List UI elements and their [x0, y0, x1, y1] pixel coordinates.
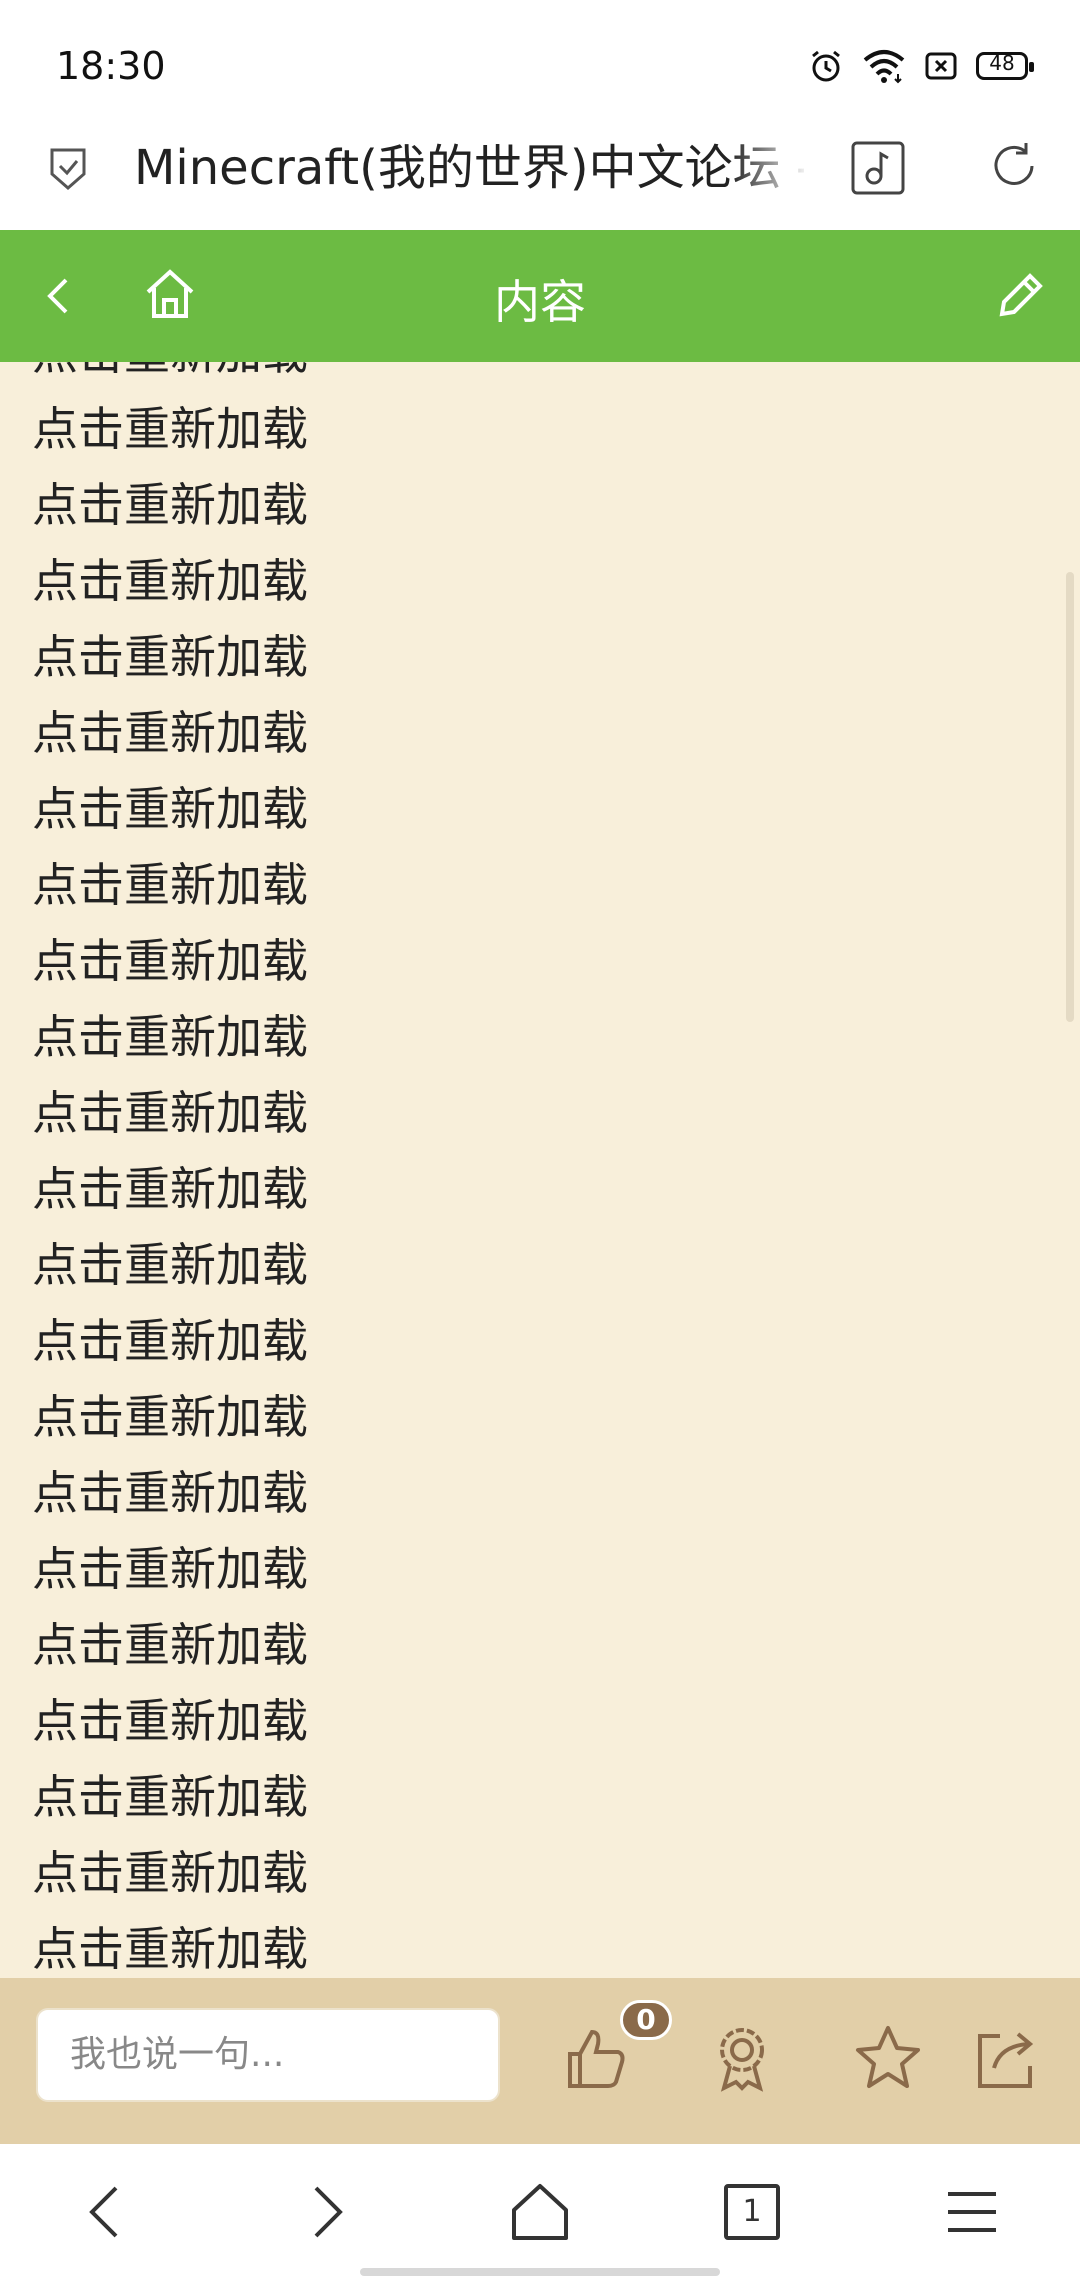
- sim-off-icon: [925, 52, 957, 80]
- nav-home-icon[interactable]: [508, 2180, 572, 2244]
- reload-link[interactable]: 点击重新加载: [32, 923, 308, 999]
- star-icon[interactable]: [852, 2022, 924, 2094]
- reload-link[interactable]: 点击重新加载: [32, 847, 308, 923]
- like-count-badge: 0: [620, 2000, 672, 2040]
- content-area[interactable]: 点击重新加载 点击重新加载 点击重新加载 点击重新加载 点击重新加载 点击重新加载 点击重新…: [0, 362, 1080, 1978]
- shield-icon[interactable]: [42, 142, 94, 194]
- reload-link[interactable]: 点击重新加载: [32, 1455, 308, 1531]
- reload-link[interactable]: 点击重新加载: [32, 1075, 308, 1151]
- reload-link[interactable]: 点击重新加载: [32, 1303, 308, 1379]
- reload-link[interactable]: 点击重新加载: [32, 619, 308, 695]
- reload-link[interactable]: 点击重新加载: [32, 1531, 308, 1607]
- music-icon[interactable]: [850, 140, 906, 196]
- reload-link[interactable]: 点击重新加载: [32, 1607, 308, 1683]
- alarm-icon: [812, 50, 840, 82]
- reload-link[interactable]: 点击重新加载: [32, 1379, 308, 1455]
- scrollbar[interactable]: [1066, 572, 1074, 1022]
- reload-link[interactable]: 点击重新加载: [32, 543, 308, 619]
- reload-link[interactable]: 点击重新加载: [32, 771, 308, 847]
- wifi-icon: [863, 50, 905, 84]
- edit-icon[interactable]: [990, 266, 1050, 326]
- status-bar: 18:30 48: [0, 0, 1080, 120]
- nav-back-icon[interactable]: [76, 2180, 140, 2244]
- browser-nav-bar: 1: [0, 2144, 1080, 2280]
- reload-link[interactable]: 点击重新加载: [32, 1759, 308, 1835]
- reload-link[interactable]: 点击重新加载: [32, 999, 308, 1075]
- reload-link[interactable]: 点击重新加载: [32, 1227, 308, 1303]
- reload-icon[interactable]: [986, 138, 1042, 194]
- browser-address-bar[interactable]: Minecraft(我的世界)中文论坛 - 手: [0, 120, 1080, 230]
- reload-link[interactable]: 点击重新加载: [32, 695, 308, 771]
- thumbs-up-icon[interactable]: [562, 2022, 634, 2094]
- status-icons: 48: [808, 46, 1034, 86]
- reload-link[interactable]: 点击重新加载: [32, 1151, 308, 1227]
- reload-link[interactable]: 点击重新加载: [32, 1683, 308, 1759]
- menu-icon[interactable]: [940, 2180, 1004, 2244]
- reload-link[interactable]: 点击重新加载: [32, 467, 308, 543]
- battery-level: 48: [989, 51, 1015, 75]
- tabs-icon[interactable]: 1: [724, 2184, 780, 2240]
- status-time: 18:30: [56, 44, 166, 88]
- award-icon[interactable]: [706, 2022, 778, 2094]
- page-title[interactable]: Minecraft(我的世界)中文论坛 - 手: [134, 136, 804, 200]
- nav-forward-icon[interactable]: [292, 2180, 356, 2244]
- reload-link[interactable]: 点击重新加载: [32, 1911, 308, 1978]
- reload-link[interactable]: 点击重新加载: [32, 362, 308, 391]
- title-fade: [730, 130, 810, 210]
- share-icon[interactable]: [970, 2022, 1042, 2094]
- app-header: 内容: [0, 230, 1080, 362]
- reload-link[interactable]: 点击重新加载: [32, 1835, 308, 1911]
- comment-input[interactable]: 我也说一句...: [36, 2008, 500, 2102]
- header-title: 内容: [494, 275, 586, 329]
- comment-toolbar: 我也说一句... 0: [0, 1978, 1080, 2144]
- home-indicator: [360, 2268, 720, 2276]
- reload-list: 点击重新加载 点击重新加载 点击重新加载 点击重新加载 点击重新加载 点击重新加载 点击重新…: [32, 362, 308, 1978]
- battery-icon: 48: [976, 51, 1034, 80]
- reload-link[interactable]: 点击重新加载: [32, 391, 308, 467]
